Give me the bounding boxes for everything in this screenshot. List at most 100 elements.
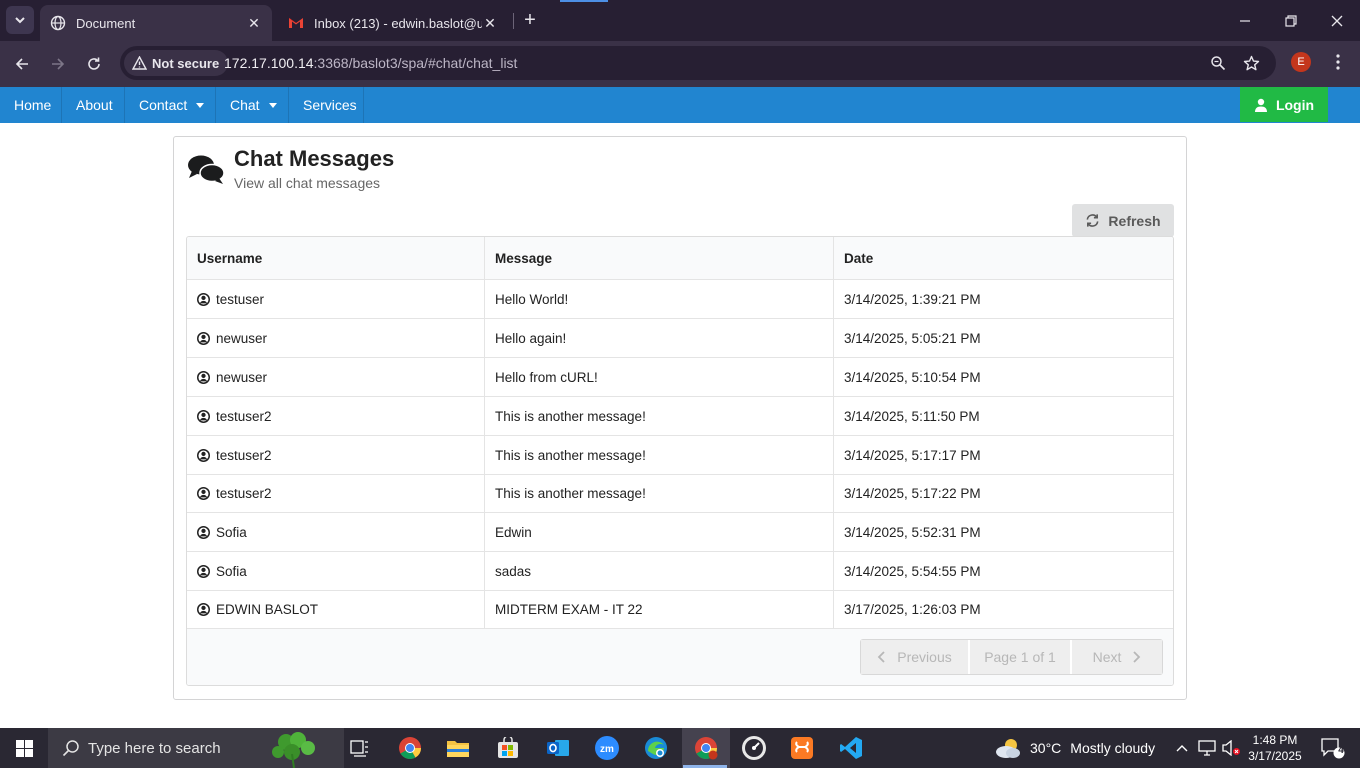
system-clock[interactable]: 1:48 PM 3/17/2025	[1244, 732, 1306, 764]
nav-item-chat[interactable]: Chat	[216, 87, 289, 123]
network-icon[interactable]	[1195, 728, 1219, 768]
weather-widget[interactable]: 30°C Mostly cloudy	[994, 728, 1155, 768]
vscode-icon[interactable]	[827, 728, 875, 768]
username-cell: newuser	[187, 319, 485, 357]
nav-item-about[interactable]: About	[62, 87, 125, 123]
username-cell: Sofia	[187, 552, 485, 590]
nav-item-home[interactable]: Home	[0, 87, 62, 123]
user-circle-icon	[197, 292, 210, 306]
windows-logo-icon	[15, 739, 33, 757]
chrome-active-taskbar-icon[interactable]	[682, 728, 730, 768]
globe-icon	[50, 15, 66, 31]
close-icon[interactable]: ✕	[482, 15, 498, 31]
reload-button[interactable]	[80, 50, 108, 78]
username-cell: newuser	[187, 358, 485, 396]
tab-title: Inbox (213) - edwin.baslot@uric	[314, 15, 482, 31]
nav-label: About	[76, 97, 113, 113]
message-cell: This is another message!	[485, 436, 834, 474]
close-window-button[interactable]	[1314, 0, 1360, 41]
date-cell: 3/14/2025, 5:17:22 PM	[844, 486, 981, 501]
refresh-icon	[1086, 214, 1099, 227]
table-row: testuser2 This is another message! 3/14/20…	[187, 397, 1173, 436]
notification-center-icon[interactable]: 4	[1312, 728, 1352, 768]
minimize-button[interactable]	[1222, 0, 1268, 41]
zoom-app-icon[interactable]: zm	[583, 728, 631, 768]
username-text: EDWIN BASLOT	[216, 602, 319, 617]
clock-time: 1:48 PM	[1252, 733, 1298, 747]
start-button[interactable]	[0, 728, 48, 768]
next-button[interactable]: Next	[1072, 640, 1162, 674]
nav-label: Contact	[139, 97, 188, 113]
username-text: testuser2	[216, 447, 272, 463]
tab-title: Document	[76, 15, 136, 31]
outlook-icon[interactable]	[534, 728, 582, 768]
message-cell: Hello from cURL!	[485, 358, 834, 396]
cloudy-icon	[996, 739, 1020, 758]
clock-date: 3/17/2025	[1248, 749, 1302, 763]
nav-item-services[interactable]: Services	[289, 87, 364, 123]
bookmark-star-icon[interactable]	[1241, 53, 1261, 73]
back-button[interactable]	[8, 50, 36, 78]
url-host: 172.17.100.14	[224, 55, 314, 71]
browser-tab-inbox[interactable]: Inbox (213) - edwin.baslot@uric ✕	[278, 5, 508, 41]
volume-muted-icon[interactable]	[1219, 728, 1243, 768]
message-cell: sadas	[485, 552, 834, 590]
xampp-icon[interactable]	[778, 728, 826, 768]
username-text: Sofia	[216, 563, 247, 579]
date-cell: 3/14/2025, 5:05:21 PM	[844, 330, 981, 346]
profile-avatar[interactable]: E	[1291, 52, 1311, 72]
chevron-up-icon[interactable]	[1170, 728, 1194, 768]
windows-taskbar: Type here to search zm 30°C Mostly cloud…	[0, 728, 1360, 768]
previous-button[interactable]: Previous	[861, 640, 970, 674]
browser-tab-document[interactable]: Document ✕	[40, 5, 272, 41]
page-subtitle: View all chat messages	[234, 175, 381, 191]
notification-count: 4	[1338, 745, 1344, 756]
search-icon	[62, 740, 79, 757]
forward-button[interactable]	[44, 50, 72, 78]
username-cell: Sofia	[187, 513, 485, 551]
close-icon[interactable]: ✕	[246, 15, 262, 31]
gmail-icon	[288, 15, 304, 31]
edge-icon[interactable]	[632, 728, 680, 768]
tab-search-button[interactable]	[6, 6, 34, 34]
refresh-button[interactable]: Refresh	[1072, 204, 1174, 237]
date-cell: 3/17/2025, 1:26:03 PM	[844, 602, 981, 617]
message-cell: Hello World!	[485, 280, 834, 318]
browser-menu-icon[interactable]	[1328, 50, 1348, 74]
page-indicator: Page 1 of 1	[970, 640, 1072, 674]
refresh-label: Refresh	[1108, 212, 1161, 229]
restore-button[interactable]	[1268, 0, 1314, 41]
address-bar[interactable]: Not secure 172.17.100.14:3368/baslot3/sp…	[120, 46, 1276, 80]
task-view-icon[interactable]	[336, 728, 384, 768]
user-icon	[1254, 98, 1267, 112]
comments-icon	[188, 155, 225, 184]
date-cell: 3/14/2025, 5:52:31 PM	[844, 524, 981, 540]
message-cell: Hello again!	[485, 319, 834, 357]
caret-down-icon	[196, 102, 205, 108]
column-header-username[interactable]: Username	[187, 237, 485, 279]
chrome-taskbar-icon[interactable]	[386, 728, 434, 768]
nav-label: Chat	[230, 97, 260, 113]
new-tab-button[interactable]: +	[519, 9, 541, 31]
username-text: testuser	[216, 291, 265, 307]
table-row: testuser2 This is another message! 3/14/20…	[187, 436, 1173, 475]
chevron-down-icon	[15, 17, 25, 24]
column-header-date[interactable]: Date	[834, 237, 1173, 279]
site-navbar: Home About Contact Chat Services	[0, 87, 1360, 123]
previous-label: Previous	[897, 649, 952, 665]
user-circle-icon	[197, 409, 210, 423]
taskbar-search-box[interactable]: Type here to search	[48, 728, 344, 768]
speedometer-app-icon[interactable]	[730, 728, 778, 768]
message-cell: This is another message!	[485, 475, 834, 512]
nav-item-contact[interactable]: Contact	[125, 87, 216, 123]
security-chip[interactable]: Not secure	[124, 50, 229, 76]
table-footer: Previous Page 1 of 1 Next	[187, 629, 1173, 685]
microsoft-store-icon[interactable]	[484, 728, 532, 768]
column-header-message[interactable]: Message	[485, 237, 834, 279]
url-text[interactable]: 172.17.100.14:3368/baslot3/spa/#chat/cha…	[224, 46, 517, 80]
login-button[interactable]: Login	[1240, 87, 1328, 122]
shamrock-icon	[272, 732, 315, 768]
file-explorer-icon[interactable]	[434, 728, 482, 768]
zoom-icon[interactable]	[1208, 53, 1228, 73]
table-row: EDWIN BASLOT MIDTERM EXAM - IT 22 3/17/202…	[187, 591, 1173, 629]
